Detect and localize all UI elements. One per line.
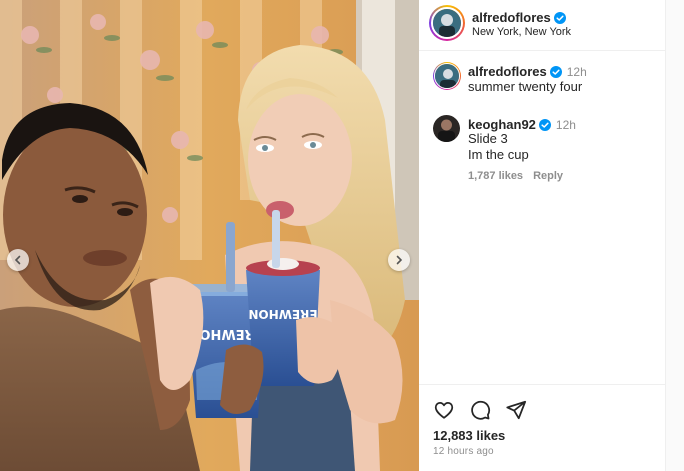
chevron-left-icon — [14, 255, 21, 265]
reply-button[interactable]: Reply — [533, 170, 563, 182]
comment-likes[interactable]: 1,787 likes — [468, 170, 523, 182]
comment-bubble-icon[interactable] — [469, 399, 491, 421]
post-header: alfredoflores New York, New York — [419, 0, 665, 51]
post-location[interactable]: New York, New York — [472, 26, 571, 38]
comment-avatar[interactable] — [433, 62, 461, 90]
comment-line: Im the cup — [468, 147, 529, 162]
comment-line: summer twenty four — [468, 79, 583, 94]
verified-badge-icon — [553, 12, 566, 24]
comment-time[interactable]: 12h — [567, 65, 587, 79]
comment-line: Slide 3 — [468, 131, 508, 146]
comment-header: alfredoflores 12h — [468, 64, 587, 79]
comment-header: keoghan92 12h — [468, 117, 576, 132]
post-photo[interactable]: EREWHON EREWHON — [0, 0, 419, 471]
comment-text: Slide 3 Im the cup — [468, 131, 529, 163]
avatar-image — [435, 64, 459, 88]
comment: keoghan92 12h Slide 3 Im the cup 1,787 l… — [419, 115, 665, 185]
comment-username[interactable]: alfredoflores — [468, 64, 547, 79]
author-avatar[interactable] — [429, 5, 465, 41]
paper-plane-icon[interactable] — [505, 399, 527, 421]
caption-comment: alfredoflores 12h summer twenty four — [419, 62, 665, 102]
verified-badge-icon — [538, 119, 551, 131]
panel-edge — [665, 0, 684, 471]
post-footer: 12,883 likes 12 hours ago — [419, 384, 665, 471]
comment-text: summer twenty four — [468, 79, 582, 95]
author-username[interactable]: alfredoflores — [472, 10, 551, 25]
chevron-right-icon — [396, 255, 403, 265]
next-slide-button[interactable] — [388, 249, 410, 271]
action-bar — [433, 399, 527, 421]
comment-avatar[interactable] — [433, 115, 460, 142]
previous-slide-button[interactable] — [7, 249, 29, 271]
author-username-row[interactable]: alfredoflores — [472, 10, 566, 25]
heart-icon[interactable] — [433, 399, 455, 421]
post-sidebar: alfredoflores New York, New York alfredo… — [419, 0, 665, 471]
like-count[interactable]: 12,883 likes — [433, 428, 505, 443]
avatar-image — [433, 9, 461, 37]
post-image: EREWHON EREWHON — [0, 0, 419, 471]
post-timestamp[interactable]: 12 hours ago — [433, 446, 494, 457]
comment-meta: 1,787 likes Reply — [468, 170, 563, 182]
verified-badge-icon — [549, 66, 562, 78]
comment-username[interactable]: keoghan92 — [468, 117, 536, 132]
comment-time[interactable]: 12h — [556, 118, 576, 132]
avatar-image — [433, 115, 460, 142]
